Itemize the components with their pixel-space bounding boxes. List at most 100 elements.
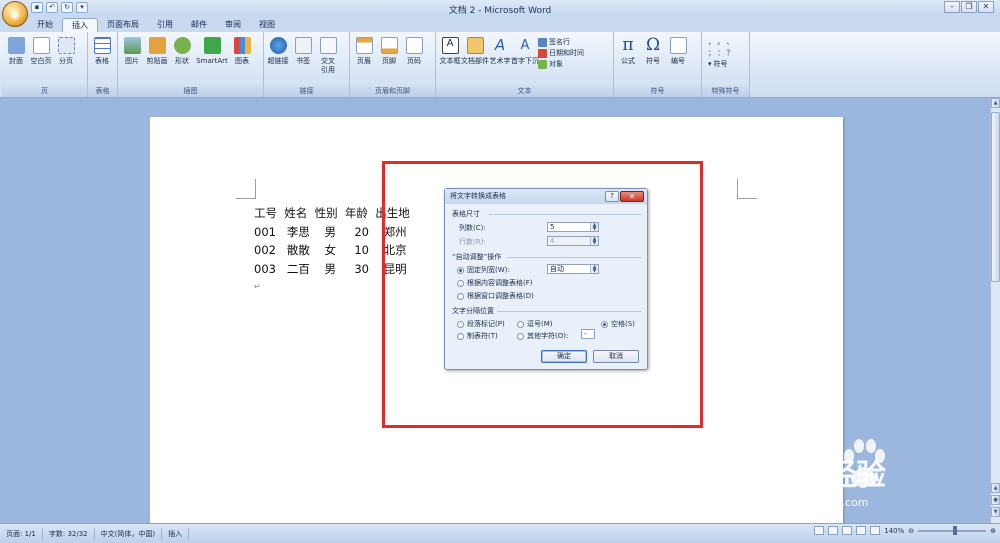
cancel-button[interactable]: 取消 <box>593 350 639 363</box>
web-layout-icon[interactable] <box>842 526 853 535</box>
sep-tab-radio[interactable]: 制表符(T) <box>457 331 498 341</box>
status-bar: 页面: 1/1 字数: 32/32 中文(简体，中国) 插入 140% ⊖ ⊕ <box>0 523 1000 543</box>
margin-mark-tr <box>737 179 757 199</box>
zoom-level[interactable]: 140% <box>884 527 904 535</box>
group-label-header-footer: 页眉和页脚 <box>350 86 435 97</box>
blank-page-icon <box>32 37 50 54</box>
window-controls: – ❐ ✕ <box>944 1 994 13</box>
close-button[interactable]: ✕ <box>978 1 994 13</box>
office-button[interactable]: ◉ <box>2 1 28 27</box>
columns-spinner[interactable]: 5 ▲ ▼ <box>547 222 599 232</box>
punctuation-row-2[interactable]: ； ： ？ <box>708 48 733 58</box>
group-label-illustrations: 插图 <box>118 86 263 97</box>
footer-icon <box>380 37 398 54</box>
tab-mailings[interactable]: 邮件 <box>182 18 216 32</box>
cross-reference-icon <box>319 37 337 54</box>
bookmark-icon <box>294 37 312 54</box>
zoom-in-icon[interactable]: ⊕ <box>990 527 996 535</box>
group-label-links: 链接 <box>264 86 349 97</box>
prev-page-icon[interactable]: ▲ <box>991 483 1000 493</box>
zoom-slider-knob[interactable] <box>953 525 958 535</box>
tab-page-layout[interactable]: 页面布局 <box>98 18 148 32</box>
group-header-footer: 页眉 页脚 页码 页眉和页脚 <box>350 32 436 97</box>
radio-icon <box>457 292 464 300</box>
ribbon-tabs: 开始 插入 页面布局 引用 邮件 审阅 视图 <box>0 16 1000 32</box>
browse-object-icon[interactable]: ● <box>991 495 1000 505</box>
dialog-title: 将文字转换成表格 ? ✕ <box>445 189 647 204</box>
autofit-section: “自动调整”操作 <box>452 253 502 261</box>
ok-button[interactable]: 确定 <box>541 350 587 363</box>
spinner-arrows-icon[interactable]: ▲ ▼ <box>590 265 598 274</box>
group-text: A 文本框 文档部件 A 艺术字 A 首字下沉 签名行 日期和时间 对象 文本 <box>436 32 614 97</box>
group-symbols: π 公式 Ω 符号 编号 符号 <box>614 32 702 97</box>
redo-icon[interactable]: ↻ <box>61 2 73 13</box>
draft-icon[interactable] <box>870 526 881 535</box>
convert-text-to-table-dialog: 将文字转换成表格 ? ✕ 表格尺寸 列数(C): 5 ▲ ▼ 行数(R): 4 ▲ ▼ … <box>444 188 648 370</box>
page-count[interactable]: 页面: 1/1 <box>0 527 43 540</box>
language-indicator[interactable]: 中文(简体，中国) <box>95 527 163 540</box>
group-special-symbols: ， 。 、 ； ： ？ ▾ 符号 特殊符号 <box>702 32 750 97</box>
object-button[interactable]: 对象 <box>538 59 584 69</box>
divider <box>507 257 641 258</box>
group-table: 表格 表格 <box>88 32 118 97</box>
autofit-window-radio[interactable]: 根据窗口调整表格(D) <box>457 291 534 301</box>
tab-insert[interactable]: 插入 <box>62 18 98 32</box>
radio-icon <box>457 279 464 287</box>
clip-art-icon <box>148 37 166 54</box>
undo-icon[interactable]: ↶ <box>46 2 58 13</box>
tab-home[interactable]: 开始 <box>28 18 62 32</box>
next-page-icon[interactable]: ▼ <box>991 507 1000 517</box>
sep-space-radio[interactable]: 空格(S) <box>601 319 635 329</box>
autofit-content-radio[interactable]: 根据内容调整表格(F) <box>457 278 533 288</box>
baidu-watermark: Bai 经验 jingyan.baidu.com <box>767 438 992 520</box>
sep-paragraph-radio[interactable]: 段落标记(P) <box>457 319 505 329</box>
omega-icon: Ω <box>645 35 661 55</box>
zoom-out-icon[interactable]: ⊖ <box>908 527 914 535</box>
zoom-slider[interactable] <box>918 525 987 535</box>
print-layout-icon[interactable] <box>814 526 825 535</box>
insert-mode[interactable]: 插入 <box>162 527 190 540</box>
special-symbol-button[interactable]: ▾ 符号 <box>708 59 733 69</box>
drop-cap-icon: A <box>520 38 530 53</box>
ribbon: 封面 空白页 分页 页 表格 表格 图片 剪贴画 形状 SmartArt 图表 … <box>0 32 1000 98</box>
close-icon[interactable]: ✕ <box>620 191 644 202</box>
sep-other-radio[interactable]: 其他字符(O): <box>517 331 568 341</box>
sep-comma-radio[interactable]: 逗号(M) <box>517 319 553 329</box>
tab-references[interactable]: 引用 <box>148 18 182 32</box>
radio-icon <box>517 320 524 328</box>
shapes-icon <box>173 37 191 54</box>
paw-icon <box>844 439 885 487</box>
save-icon[interactable]: ▪ <box>31 2 43 13</box>
other-char-input[interactable]: - <box>581 329 595 339</box>
fixed-width-spinner[interactable]: 自动 ▲ ▼ <box>547 264 599 274</box>
scroll-up-icon[interactable]: ▲ <box>991 98 1000 108</box>
divider <box>489 214 641 215</box>
punctuation-row-1[interactable]: ， 。 、 <box>708 37 733 47</box>
help-icon[interactable]: ? <box>605 191 619 202</box>
page-number-icon <box>405 37 423 54</box>
radio-icon <box>517 332 524 340</box>
scroll-thumb[interactable] <box>991 112 1000 282</box>
tab-review[interactable]: 审阅 <box>216 18 250 32</box>
date-time-button[interactable]: 日期和时间 <box>538 48 584 58</box>
full-screen-icon[interactable] <box>828 526 839 535</box>
tab-view[interactable]: 视图 <box>250 18 284 32</box>
restore-button[interactable]: ❐ <box>961 1 977 13</box>
watermark-url: jingyan.baidu.com <box>767 496 869 509</box>
table-icon <box>93 37 111 54</box>
title-bar: 文档 2 - Microsoft Word – ❐ ✕ <box>0 0 1000 16</box>
fixed-width-radio[interactable]: 固定列宽(W): <box>457 265 510 275</box>
outline-icon[interactable] <box>856 526 867 535</box>
minimize-button[interactable]: – <box>944 1 960 13</box>
word-count[interactable]: 字数: 32/32 <box>43 527 95 540</box>
rows-spinner: 4 ▲ ▼ <box>547 236 599 246</box>
customize-icon[interactable]: ▾ <box>76 2 88 13</box>
margin-mark-tl <box>236 179 256 199</box>
quick-parts-icon <box>466 37 484 54</box>
spinner-arrows-icon[interactable]: ▲ ▼ <box>590 223 598 232</box>
globe-icon <box>269 37 287 54</box>
text-box-icon: A <box>441 37 459 54</box>
table-size-section: 表格尺寸 <box>452 210 480 218</box>
signature-line-button[interactable]: 签名行 <box>538 37 584 47</box>
group-label-special-symbols: 特殊符号 <box>702 86 749 97</box>
